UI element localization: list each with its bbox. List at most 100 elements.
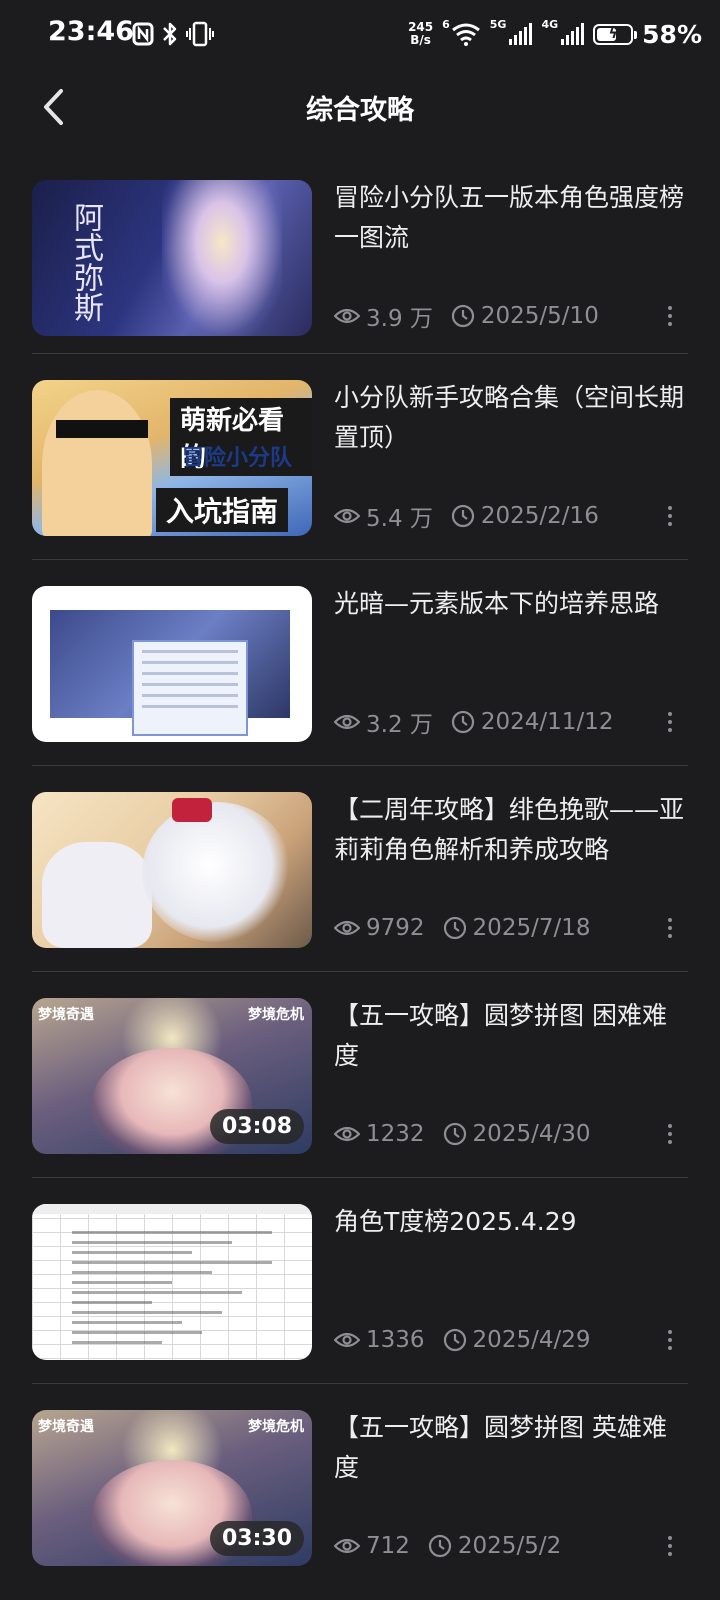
item-meta: 1232 2025/4/30 bbox=[334, 1116, 688, 1152]
thumbnail-image bbox=[32, 586, 312, 742]
clock-icon bbox=[443, 1328, 466, 1352]
more-options-icon[interactable] bbox=[660, 498, 680, 534]
view-count-text: 1232 bbox=[366, 1121, 425, 1147]
character-art bbox=[142, 802, 292, 942]
game-screenshot bbox=[50, 610, 290, 736]
thumbnail-caption: 阿式弥斯 bbox=[68, 202, 103, 322]
item-meta: 3.9 万 2025/5/10 bbox=[334, 298, 688, 334]
status-right-icons: 245 B/s 6 5G 4G ϟ 58% bbox=[408, 16, 702, 52]
sim2-tag: 4G bbox=[541, 18, 559, 31]
list-item[interactable]: 角色T度榜2025.4.29 1336 2025/4/29 bbox=[32, 1178, 688, 1384]
item-title: 【二周年攻略】绯色挽歌——亚莉莉角色解析和养成攻略 bbox=[334, 795, 685, 864]
network-speed: 245 B/s bbox=[408, 21, 433, 47]
view-count: 1232 bbox=[334, 1121, 425, 1147]
character-art bbox=[162, 180, 282, 336]
dialog-art bbox=[132, 640, 248, 736]
view-count: 3.9 万 bbox=[334, 299, 433, 333]
thumbnail-caption: 冒险小分队 bbox=[182, 446, 293, 471]
view-count: 5.4 万 bbox=[334, 499, 433, 533]
view-count: 3.2 万 bbox=[334, 705, 433, 739]
view-count-text: 1336 bbox=[366, 1327, 425, 1353]
clock-icon bbox=[451, 304, 474, 328]
more-options-icon[interactable] bbox=[660, 298, 680, 334]
thumbnail-image: 萌新必看的 冒险小分队 入坑指南 bbox=[32, 380, 312, 536]
thumbnail-caption: 梦境危机 bbox=[248, 1419, 304, 1435]
publish-date-text: 2025/5/10 bbox=[480, 303, 599, 329]
more-options-icon[interactable] bbox=[660, 910, 680, 946]
eye-icon bbox=[334, 508, 360, 524]
publish-date: 2025/4/30 bbox=[443, 1121, 590, 1147]
view-count: 1336 bbox=[334, 1327, 425, 1353]
list-item[interactable]: 萌新必看的 冒险小分队 入坑指南 小分队新手攻略合集（空间长期置顶） 5.4 万… bbox=[32, 354, 688, 560]
thumbnail-caption: 梦境奇遇 bbox=[38, 1007, 94, 1023]
clock-icon bbox=[443, 916, 466, 940]
publish-date: 2025/5/10 bbox=[451, 303, 599, 329]
publish-date: 2025/5/2 bbox=[428, 1533, 561, 1559]
status-bar: 23:46 245 B/s 6 5G 4G ϟ 58% bbox=[0, 0, 720, 68]
publish-date-text: 2025/7/18 bbox=[472, 915, 591, 941]
status-time: 23:46 bbox=[48, 16, 134, 47]
clock-icon bbox=[451, 710, 474, 734]
item-title: 冒险小分队五一版本角色强度榜一图流 bbox=[334, 183, 685, 252]
list-item[interactable]: 梦境奇遇 梦境危机 03:30 【五一攻略】圆梦拼图 英雄难度 712 2025… bbox=[32, 1384, 688, 1590]
view-count-text: 712 bbox=[366, 1533, 410, 1559]
thumbnail-image bbox=[32, 1204, 312, 1360]
thumbnail-image: 梦境奇遇 梦境危机 03:30 bbox=[32, 1410, 312, 1566]
video-duration: 03:30 bbox=[209, 1521, 304, 1556]
publish-date: 2025/7/18 bbox=[443, 915, 591, 941]
item-meta: 712 2025/5/2 bbox=[334, 1528, 688, 1564]
battery-percent: 58% bbox=[642, 19, 702, 49]
article-list: 阿式弥斯 冒险小分队五一版本角色强度榜一图流 3.9 万 2025/5/10 萌… bbox=[32, 174, 688, 1590]
eye-icon bbox=[334, 1126, 360, 1142]
battery-charging-icon: ϟ bbox=[593, 23, 638, 45]
view-count: 712 bbox=[334, 1533, 410, 1559]
item-meta: 3.2 万 2024/11/12 bbox=[334, 704, 688, 740]
view-count-text: 3.9 万 bbox=[366, 306, 433, 332]
bow-art bbox=[172, 798, 212, 822]
publish-date: 2025/4/29 bbox=[443, 1327, 591, 1353]
clock-icon bbox=[428, 1534, 452, 1558]
list-item[interactable]: 光暗—元素版本下的培养思路 3.2 万 2024/11/12 bbox=[32, 560, 688, 766]
item-meta: 5.4 万 2025/2/16 bbox=[334, 498, 688, 534]
list-item[interactable]: 【二周年攻略】绯色挽歌——亚莉莉角色解析和养成攻略 9792 2025/7/18 bbox=[32, 766, 688, 972]
nfc-icon bbox=[132, 22, 154, 46]
view-count: 9792 bbox=[334, 915, 425, 941]
status-left-icons bbox=[132, 20, 214, 48]
list-item[interactable]: 阿式弥斯 冒险小分队五一版本角色强度榜一图流 3.9 万 2025/5/10 bbox=[32, 174, 688, 354]
thumbnail-image bbox=[32, 792, 312, 948]
view-count-text: 9792 bbox=[366, 915, 425, 941]
eye-icon bbox=[334, 1538, 360, 1554]
clock-icon bbox=[451, 504, 474, 528]
signal-icon bbox=[509, 23, 533, 45]
more-options-icon[interactable] bbox=[660, 1116, 680, 1152]
eye-icon bbox=[334, 1332, 360, 1348]
thumbnail-caption: 梦境危机 bbox=[248, 1007, 304, 1023]
spreadsheet-header-art bbox=[32, 1204, 312, 1214]
thumbnail-image: 阿式弥斯 bbox=[32, 180, 312, 336]
list-item[interactable]: 梦境奇遇 梦境危机 03:08 【五一攻略】圆梦拼图 困难难度 1232 202… bbox=[32, 972, 688, 1178]
publish-date-text: 2025/4/29 bbox=[472, 1327, 591, 1353]
item-meta: 1336 2025/4/29 bbox=[334, 1322, 688, 1358]
eye-icon bbox=[334, 308, 360, 324]
item-title: 【五一攻略】圆梦拼图 英雄难度 bbox=[334, 1413, 667, 1482]
view-count-text: 5.4 万 bbox=[366, 506, 433, 532]
more-options-icon[interactable] bbox=[660, 1528, 680, 1564]
eye-icon bbox=[334, 714, 360, 730]
charging-bolt-icon: ϟ bbox=[608, 26, 618, 42]
character-art bbox=[42, 390, 152, 536]
page-title: 综合攻略 bbox=[306, 95, 414, 126]
thumbnail-image: 梦境奇遇 梦境危机 03:08 bbox=[32, 998, 312, 1154]
more-options-icon[interactable] bbox=[660, 704, 680, 740]
clock-icon bbox=[443, 1122, 466, 1146]
more-options-icon[interactable] bbox=[660, 1322, 680, 1358]
plush-art bbox=[42, 842, 152, 948]
view-count-text: 3.2 万 bbox=[366, 712, 433, 738]
publish-date-text: 2025/5/2 bbox=[457, 1533, 562, 1559]
sunglasses-art bbox=[56, 420, 148, 438]
vibrate-icon bbox=[186, 21, 214, 47]
signal-icon bbox=[561, 23, 585, 45]
item-title: 小分队新手攻略合集（空间长期置顶） bbox=[334, 383, 685, 452]
publish-date-text: 2025/2/16 bbox=[480, 503, 599, 529]
eye-icon bbox=[334, 920, 360, 936]
network-speed-unit: B/s bbox=[410, 33, 431, 47]
